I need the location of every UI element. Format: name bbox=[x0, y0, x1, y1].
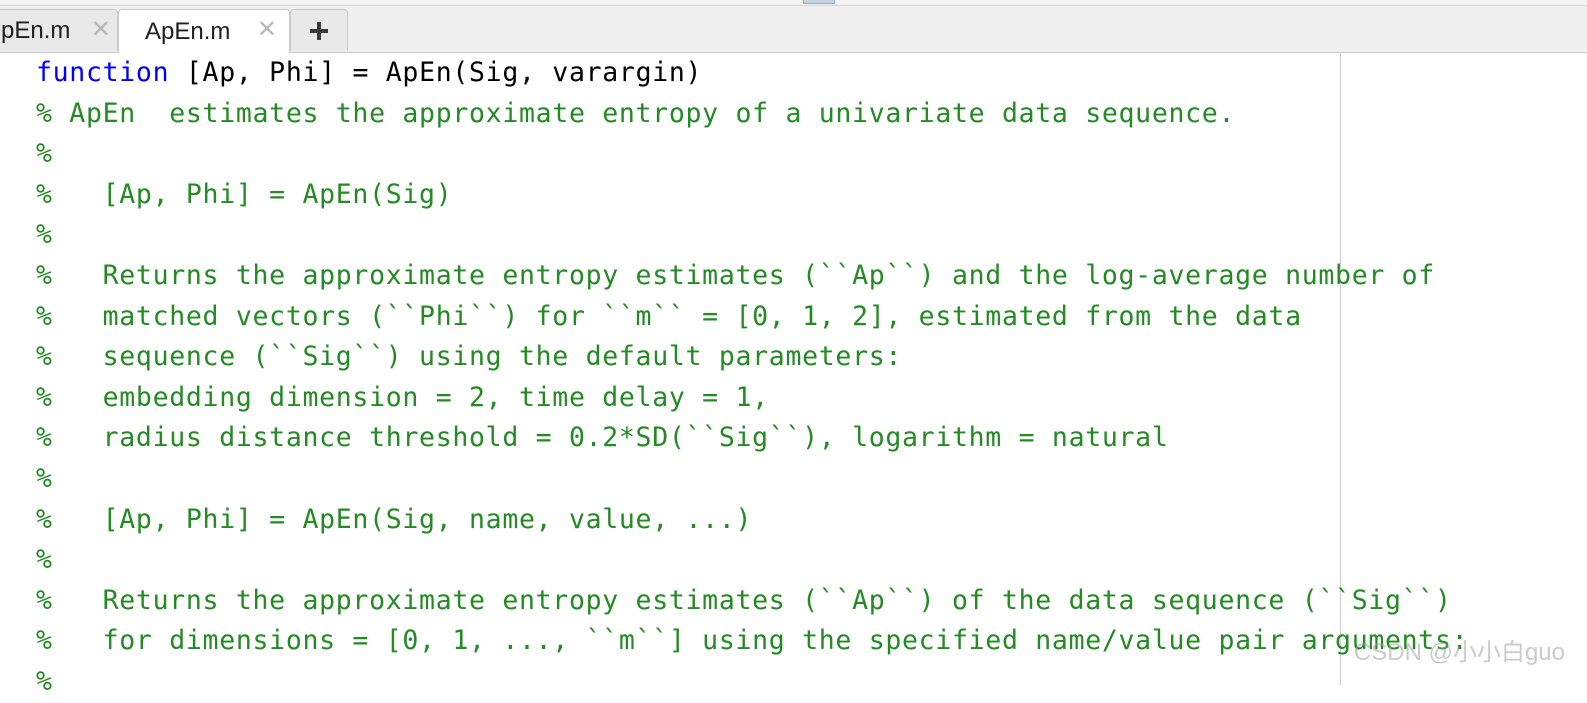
add-tab-button[interactable] bbox=[290, 9, 348, 51]
editor-tab-bar: pEn.m ✕ ApEn.m ✕ bbox=[0, 6, 1587, 53]
code-editor[interactable]: function [Ap, Phi] = ApEn(Sig, varargin)… bbox=[0, 53, 1587, 697]
comment-line: % bbox=[36, 219, 53, 251]
comment-line: % sequence (``Sig``) using the default p… bbox=[36, 341, 903, 373]
comment-line: % radius distance threshold = 0.2*SD(``S… bbox=[36, 422, 1169, 454]
tab-label: ApEn.m bbox=[145, 17, 231, 45]
comment-line: % [Ap, Phi] = ApEn(Sig) bbox=[36, 178, 453, 210]
splitter-handle[interactable] bbox=[803, 0, 835, 4]
tab-apen-m[interactable]: ApEn.m ✕ bbox=[118, 9, 290, 53]
comment-line: % bbox=[36, 544, 53, 576]
tab-pen-m[interactable]: pEn.m ✕ bbox=[0, 9, 118, 51]
comment-line: % matched vectors (``Phi``) for ``m`` = … bbox=[36, 300, 1302, 332]
comment-line: % Returns the approximate entropy estima… bbox=[36, 259, 1435, 291]
code-line: function [Ap, Phi] = ApEn(Sig, varargin) bbox=[36, 53, 1468, 94]
comment-line: % for dimensions = [0, 1, ..., ``m``] us… bbox=[36, 625, 1469, 657]
comment-line: % ApEn estimates the approximate entropy… bbox=[36, 97, 1236, 129]
watermark: CSDN @小小白guo bbox=[1353, 639, 1565, 666]
comment-line: % bbox=[36, 462, 53, 494]
keyword-function: function bbox=[36, 57, 170, 88]
close-icon[interactable]: ✕ bbox=[91, 18, 111, 42]
comment-line: % Returns the approximate entropy estima… bbox=[36, 584, 1452, 616]
close-icon[interactable]: ✕ bbox=[257, 18, 277, 42]
comment-line: % embedding dimension = 2, time delay = … bbox=[36, 381, 769, 413]
comment-line: % bbox=[36, 665, 53, 697]
code-text: function [Ap, Phi] = ApEn(Sig, varargin)… bbox=[36, 53, 1468, 703]
comment-line: % [Ap, Phi] = ApEn(Sig, name, value, ...… bbox=[36, 503, 753, 535]
comment-line: % bbox=[36, 138, 53, 170]
tab-label: pEn.m bbox=[1, 16, 71, 44]
function-signature: [Ap, Phi] = ApEn(Sig, varargin) bbox=[169, 57, 703, 88]
plus-icon bbox=[310, 21, 328, 40]
